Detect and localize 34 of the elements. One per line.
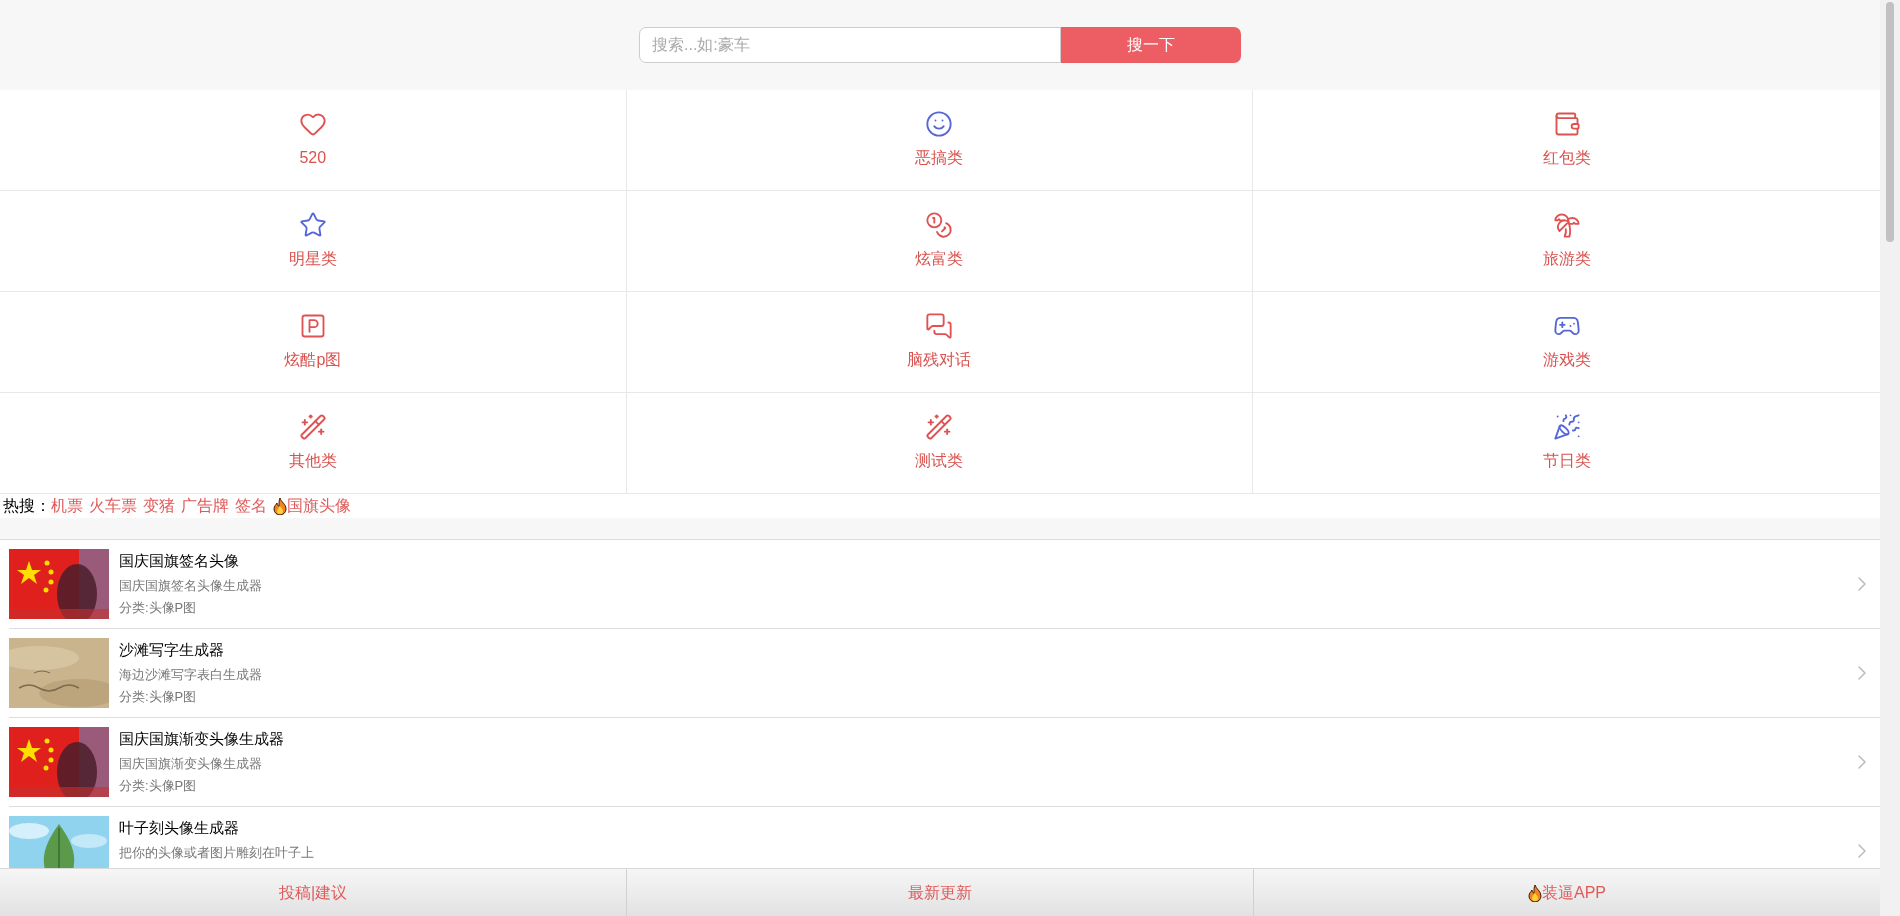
item-description: 国庆国旗渐变头像生成器 [119, 754, 263, 773]
item-description: 把你的头像或者图片雕刻在叶子上 [119, 843, 315, 862]
flame-icon [1528, 883, 1542, 902]
item-category: 分类:头像P图 [119, 777, 198, 795]
list-item[interactable]: 国庆国旗渐变头像生成器 国庆国旗渐变头像生成器 分类:头像P图 [9, 718, 1880, 807]
hot-search-link[interactable]: 火车票 [89, 494, 137, 518]
hot-search-link[interactable]: 机票 [51, 494, 83, 518]
hot-search-link[interactable]: 变猪 [143, 494, 175, 518]
search-button[interactable]: 搜一下 [1061, 27, 1241, 63]
category-tile[interactable]: 炫酷p图 [0, 292, 627, 393]
item-title: 叶子刻头像生成器 [119, 818, 240, 838]
category-tile[interactable]: 炫富类 [626, 191, 1254, 292]
hot-search-link[interactable]: 签名 [235, 494, 267, 518]
item-category: 分类:头像P图 [119, 599, 198, 617]
category-tile[interactable]: 脑残对话 [626, 292, 1254, 393]
item-title: 国庆国旗签名头像 [119, 551, 240, 571]
item-title: 国庆国旗渐变头像生成器 [119, 729, 285, 749]
scrollbar[interactable] [1880, 0, 1900, 916]
bottom-nav-link[interactable]: 投稿|建议 [0, 869, 626, 916]
item-description: 国庆国旗签名头像生成器 [119, 576, 263, 595]
hot-search-link[interactable]: 国旗头像 [273, 494, 351, 518]
bottom-nav-link[interactable]: 最新更新 [626, 869, 1253, 916]
category-tile[interactable]: 520 [0, 90, 627, 191]
item-title: 沙滩写字生成器 [119, 640, 225, 660]
search-field[interactable]: 搜索...如:豪车 [639, 27, 1061, 63]
list-item[interactable]: 沙滩写字生成器 海边沙滩写字表白生成器 分类:头像P图 [9, 629, 1880, 718]
flame-icon [273, 497, 287, 515]
item-description: 海边沙滩写字表白生成器 [119, 665, 263, 684]
hot-search-link[interactable]: 广告牌 [181, 494, 229, 518]
item-category: 分类:头像P图 [119, 688, 198, 706]
hot-search-label: 热搜： [3, 496, 51, 516]
list-item[interactable]: 国庆国旗签名头像 国庆国旗签名头像生成器 分类:头像P图 [9, 540, 1880, 629]
category-tile[interactable]: 恶搞类 [626, 90, 1254, 191]
category-tile[interactable]: 明星类 [0, 191, 627, 292]
